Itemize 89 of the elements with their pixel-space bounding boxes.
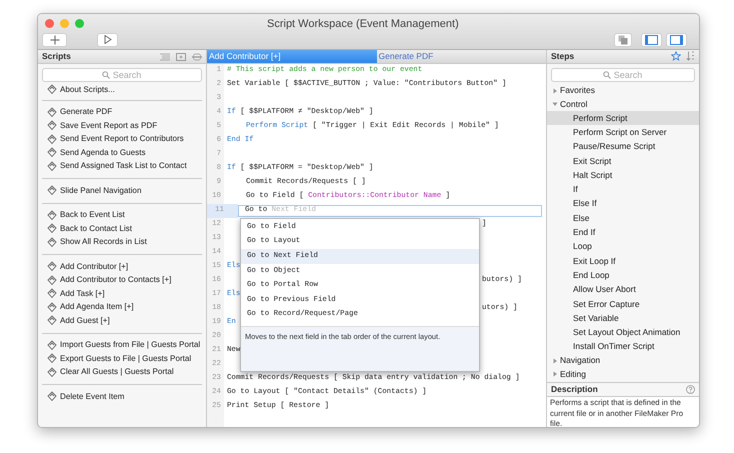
script-icon <box>47 223 57 234</box>
step-item[interactable]: Set Variable <box>547 311 699 326</box>
duplicate-window-button[interactable] <box>614 32 632 46</box>
script-icon <box>47 185 57 196</box>
script-icon <box>47 120 57 132</box>
plus-icon <box>50 34 60 44</box>
separator-icon[interactable] <box>192 52 202 60</box>
script-icon <box>47 106 57 118</box>
step-item[interactable]: Perform Script <box>547 110 699 126</box>
script-icon <box>47 160 57 172</box>
close-button[interactable] <box>45 18 54 28</box>
script-item[interactable]: Import Guests from File | Guests Portal <box>42 338 202 352</box>
script-item[interactable]: Save Event Report as PDF <box>42 119 202 132</box>
step-item[interactable]: Exit Loop If <box>547 254 699 268</box>
script-icon <box>47 288 57 300</box>
script-item[interactable]: Show All Records in List <box>42 236 202 249</box>
script-item[interactable]: Slide Panel Navigation <box>42 184 202 198</box>
minimize-button[interactable] <box>60 18 69 28</box>
script-icon <box>47 84 57 96</box>
step-category[interactable]: Navigation <box>547 354 699 368</box>
step-item[interactable]: Loop <box>547 240 699 254</box>
folder-icon[interactable] <box>176 52 186 60</box>
step-item[interactable]: If <box>547 182 699 197</box>
script-item[interactable]: Send Event Report to Contributors <box>42 132 202 146</box>
script-item[interactable]: Add Task [+] <box>42 287 202 300</box>
step-item[interactable]: Else If <box>547 196 699 212</box>
disclosure-right-icon <box>552 371 558 378</box>
search-field[interactable]: Search <box>42 68 202 82</box>
list-icon[interactable] <box>160 52 170 60</box>
panel-title: Steps <box>551 50 574 63</box>
panel-title: Description <box>551 383 598 396</box>
step-item[interactable]: Halt Script <box>547 168 699 182</box>
script-item[interactable]: Add Agenda Item [+] <box>42 300 202 314</box>
disclosure-right-icon <box>552 358 558 364</box>
zoom-button[interactable] <box>75 18 84 28</box>
left-panel-toggle[interactable] <box>641 32 662 46</box>
script-tab[interactable]: Generate PDF <box>376 50 546 63</box>
step-item[interactable]: Set Layout Object Animation <box>547 325 699 340</box>
script-item[interactable]: Generate PDF <box>42 106 202 119</box>
step-item[interactable]: Set Error Capture <box>547 296 699 312</box>
script-item[interactable]: Delete Event Item <box>42 390 202 404</box>
script-item[interactable]: Back to Event List <box>42 208 202 222</box>
play-icon <box>104 35 112 44</box>
script-icon <box>47 210 57 221</box>
panel-title: Scripts <box>42 50 71 63</box>
copy-icon <box>618 34 628 44</box>
script-item[interactable]: Add Contributor [+] <box>42 260 202 274</box>
search-icon <box>102 71 110 79</box>
script-item[interactable]: Send Agenda to Guests <box>42 146 202 160</box>
disclosure-right-icon <box>552 88 558 94</box>
script-icon <box>47 391 57 402</box>
script-item[interactable]: Export Guests to File | Guests Portal <box>42 352 202 366</box>
step-item[interactable]: Pause/Resume Script <box>547 140 699 154</box>
script-icon <box>47 134 57 145</box>
script-icon <box>47 236 57 248</box>
script-icon <box>47 366 57 378</box>
step-category[interactable]: Control <box>547 97 699 111</box>
search-field[interactable]: Search <box>551 68 695 82</box>
script-item[interactable]: Back to Contact List <box>42 222 202 236</box>
script-item[interactable]: Send Assigned Task List to Contact <box>42 160 202 173</box>
script-icon <box>47 274 57 286</box>
sort-icon[interactable] <box>686 51 695 62</box>
script-icon <box>47 261 57 272</box>
script-icon <box>47 147 57 158</box>
window-title: Script Workspace (Event Management) <box>267 17 459 32</box>
step-item[interactable]: Install OnTimer Script <box>547 340 699 354</box>
star-icon[interactable] <box>671 51 681 62</box>
script-icon <box>47 353 57 364</box>
script-icon <box>47 315 57 326</box>
step-item[interactable]: End If <box>547 225 699 240</box>
script-icon <box>47 340 57 351</box>
add-button[interactable] <box>42 32 67 46</box>
step-item[interactable]: End Loop <box>547 268 699 282</box>
step-category[interactable]: Favorites <box>547 84 699 98</box>
step-item[interactable]: Else <box>547 211 699 226</box>
help-icon[interactable] <box>686 385 695 394</box>
step-item[interactable]: Allow User Abort <box>547 282 699 297</box>
disclosure-down-icon <box>552 101 558 108</box>
script-item[interactable]: About Scripts... <box>42 83 202 96</box>
script-icon <box>47 302 57 313</box>
script-item[interactable]: Clear All Guests | Guests Portal <box>42 366 202 379</box>
step-item[interactable]: Exit Script <box>547 154 699 168</box>
search-icon <box>603 70 611 79</box>
step-item[interactable]: Perform Script on Server <box>547 125 699 140</box>
script-item[interactable]: Add Contributor to Contacts [+] <box>42 274 202 287</box>
step-category[interactable]: Editing <box>547 368 699 382</box>
right-panel-toggle[interactable] <box>666 32 687 46</box>
script-item[interactable]: Add Guest [+] <box>42 314 202 328</box>
run-button[interactable] <box>97 32 118 46</box>
